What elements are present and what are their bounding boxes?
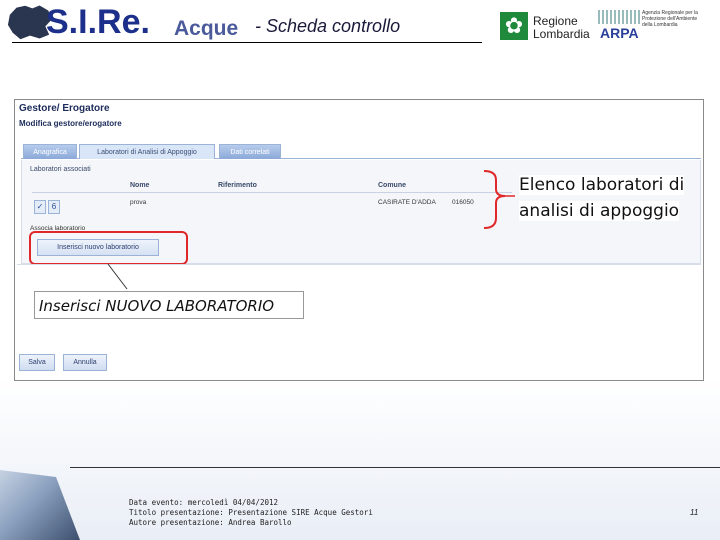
logo-sub-text: Acque — [174, 17, 239, 40]
tab-anagrafica[interactable]: Anagrafica — [23, 144, 77, 159]
tab-laboratori[interactable]: Laboratori di Analisi di Appoggio — [79, 144, 215, 159]
callout-lab-list: Elenco laboratori di analisi di appoggio — [519, 172, 697, 224]
footer-presentation-title: Titolo presentazione: Presentazione SIRE… — [129, 508, 373, 517]
arpa-bars-icon — [598, 10, 640, 24]
header-separator — [32, 192, 512, 193]
column-header-riferimento: Riferimento — [218, 182, 257, 189]
panel-divider — [17, 264, 701, 265]
regione-lombardia-logo: ✿ Regione Lombardia — [500, 12, 596, 42]
callout-right-line1: Elenco laboratori di — [519, 175, 685, 195]
cancel-button[interactable]: Annulla — [63, 354, 107, 371]
row-nome: prova — [130, 199, 147, 206]
row-comune: CASIRATE D'ADDA — [378, 199, 436, 206]
save-button[interactable]: Salva — [19, 354, 55, 371]
column-header-comune: Comune — [378, 182, 406, 189]
edit-icon[interactable]: 6 — [48, 200, 60, 214]
tab-bar: Anagrafica Laboratori di Analisi di Appo… — [21, 144, 701, 159]
sire-acque-logo: S.I.Re. Acque — [6, 2, 246, 42]
footer-divider — [70, 467, 720, 468]
footer-info: Data evento: mercoledì 04/04/2012 Titolo… — [129, 498, 373, 528]
corner-decoration-image — [0, 470, 80, 540]
column-header-nome: Nome — [130, 182, 150, 189]
slide-title: - Scheda controllo — [255, 16, 401, 36]
callout-insert-lab: Inserisci NUOVO LABORATORIO — [34, 291, 304, 319]
arpa-logo: ARPA Agenzia Regionale per la Protezione… — [598, 10, 698, 42]
page-number: 11 — [690, 508, 699, 517]
check-icon[interactable]: ✓ — [34, 200, 46, 214]
page-subtitle: Modifica gestore/erogatore — [19, 119, 122, 128]
callout-right-line2: analisi di appoggio — [519, 201, 680, 221]
arpa-label: ARPA — [600, 25, 639, 41]
footer-author: Autore presentazione: Andrea Barollo — [129, 518, 292, 527]
tab-dati-correlati[interactable]: Dati correlati — [219, 144, 281, 159]
header-divider — [12, 42, 482, 43]
section-title: Laboratori associati — [30, 166, 91, 173]
rosa-camuna-icon: ✿ — [500, 12, 528, 40]
footer-date: Data evento: mercoledì 04/04/2012 — [129, 498, 279, 507]
region-logo-line2: Lombardia — [533, 27, 590, 41]
logo-main-text: S.I.Re. — [46, 3, 150, 41]
arpa-agency-text: Agenzia Regionale per la Protezione dell… — [642, 10, 698, 28]
page-title: Gestore/ Erogatore — [19, 103, 110, 114]
region-logo-line1: Regione — [533, 14, 578, 28]
highlight-box — [29, 231, 188, 265]
app-screenshot-panel: Gestore/ Erogatore Modifica gestore/erog… — [14, 99, 704, 381]
row-codice: 016050 — [452, 199, 474, 206]
